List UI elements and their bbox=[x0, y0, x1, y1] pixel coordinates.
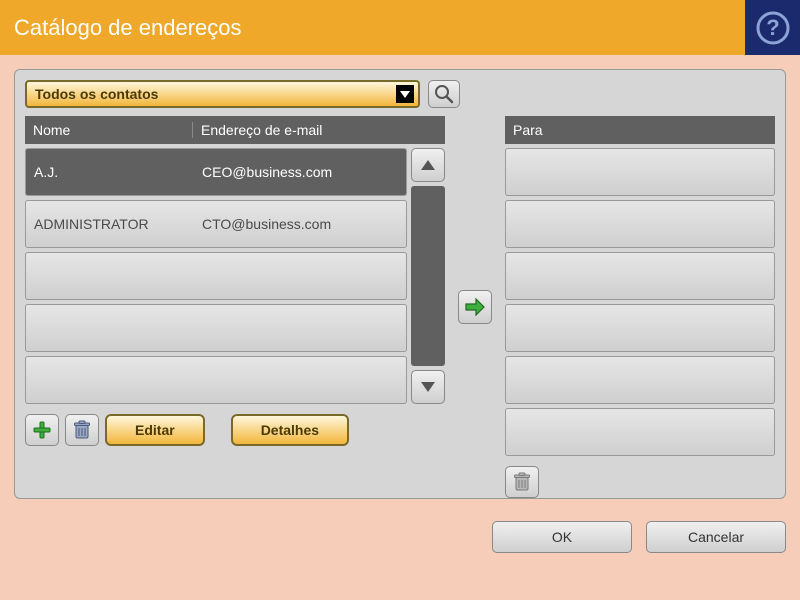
delete-recipient-button[interactable] bbox=[505, 466, 539, 498]
recipients-rows bbox=[505, 148, 775, 456]
scroll-track[interactable] bbox=[411, 186, 445, 366]
help-button[interactable]: ? bbox=[745, 0, 800, 55]
contacts-toolbar: Editar Detalhes bbox=[25, 414, 445, 446]
help-icon: ? bbox=[756, 11, 790, 45]
contacts-header: Nome Endereço de e-mail bbox=[25, 116, 445, 144]
details-button[interactable]: Detalhes bbox=[231, 414, 349, 446]
plus-icon bbox=[32, 420, 52, 440]
column-header-para: Para bbox=[505, 122, 543, 138]
content-area: Todos os contatos Nome Endereço de e-mai… bbox=[0, 55, 800, 600]
scroll-up-button[interactable] bbox=[411, 148, 445, 182]
scroll-down-button[interactable] bbox=[411, 370, 445, 404]
svg-text:?: ? bbox=[766, 15, 779, 40]
arrow-right-icon bbox=[464, 298, 486, 316]
ok-button[interactable]: OK bbox=[492, 521, 632, 553]
contacts-filter-dropdown[interactable]: Todos os contatos bbox=[25, 80, 420, 108]
transfer-column bbox=[455, 116, 495, 498]
move-right-button[interactable] bbox=[458, 290, 492, 324]
recipients-toolbar bbox=[505, 466, 775, 498]
contacts-scrollbar bbox=[411, 148, 445, 404]
recipient-row-empty bbox=[505, 356, 775, 404]
column-header-name: Nome bbox=[25, 122, 193, 138]
cancel-button[interactable]: Cancelar bbox=[646, 521, 786, 553]
recipient-row-empty bbox=[505, 304, 775, 352]
address-book-panel: Todos os contatos Nome Endereço de e-mai… bbox=[14, 69, 786, 499]
contact-name: A.J. bbox=[26, 164, 194, 180]
recipient-row-empty bbox=[505, 252, 775, 300]
contact-row[interactable]: A.J. CEO@business.com bbox=[25, 148, 407, 196]
contact-name: ADMINISTRATOR bbox=[26, 216, 194, 232]
contacts-list-body: A.J. CEO@business.com ADMINISTRATOR CTO@… bbox=[25, 144, 445, 404]
columns: Nome Endereço de e-mail A.J. CEO@busines… bbox=[25, 116, 775, 498]
contact-email: CTO@business.com bbox=[194, 216, 406, 232]
recipient-row-empty bbox=[505, 148, 775, 196]
page-title: Catálogo de endereços bbox=[14, 15, 242, 41]
contact-email: CEO@business.com bbox=[194, 164, 406, 180]
trash-icon bbox=[513, 472, 531, 492]
filter-row: Todos os contatos bbox=[25, 80, 775, 108]
recipients-header: Para bbox=[505, 116, 775, 144]
contacts-rows: A.J. CEO@business.com ADMINISTRATOR CTO@… bbox=[25, 144, 407, 404]
contact-row-empty bbox=[25, 304, 407, 352]
trash-icon bbox=[73, 420, 91, 440]
contact-row-empty bbox=[25, 356, 407, 404]
chevron-down-icon bbox=[396, 85, 414, 103]
add-contact-button[interactable] bbox=[25, 414, 59, 446]
column-header-email: Endereço de e-mail bbox=[193, 122, 445, 138]
edit-button[interactable]: Editar bbox=[105, 414, 205, 446]
dialog-footer: OK Cancelar bbox=[14, 521, 786, 553]
title-bar: Catálogo de endereços ? bbox=[0, 0, 800, 55]
recipient-row-empty bbox=[505, 408, 775, 456]
delete-contact-button[interactable] bbox=[65, 414, 99, 446]
search-icon bbox=[434, 84, 454, 104]
recipient-row-empty bbox=[505, 200, 775, 248]
recipients-column: Para bbox=[505, 116, 775, 498]
dropdown-label: Todos os contatos bbox=[35, 86, 158, 102]
contact-row[interactable]: ADMINISTRATOR CTO@business.com bbox=[25, 200, 407, 248]
contact-row-empty bbox=[25, 252, 407, 300]
search-button[interactable] bbox=[428, 80, 460, 108]
contacts-column: Nome Endereço de e-mail A.J. CEO@busines… bbox=[25, 116, 445, 498]
